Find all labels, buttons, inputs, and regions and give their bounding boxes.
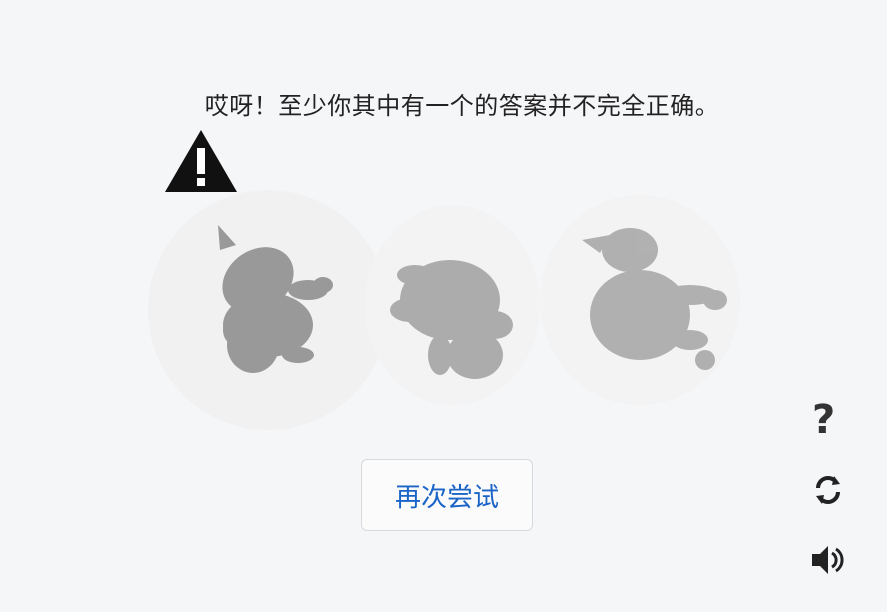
question-icon[interactable]: ? [812,397,835,443]
warning-icon [163,128,239,194]
error-message: 哎呀！至少你其中有一个的答案并不完全正确。 [204,92,720,120]
refresh-icon[interactable] [808,470,848,510]
audio-icon[interactable] [808,540,848,580]
captcha-image-2[interactable] [365,205,540,405]
captcha-image-3[interactable] [540,195,740,405]
captcha-image-1[interactable] [148,190,388,430]
retry-button[interactable]: 再次尝试 [361,459,533,531]
